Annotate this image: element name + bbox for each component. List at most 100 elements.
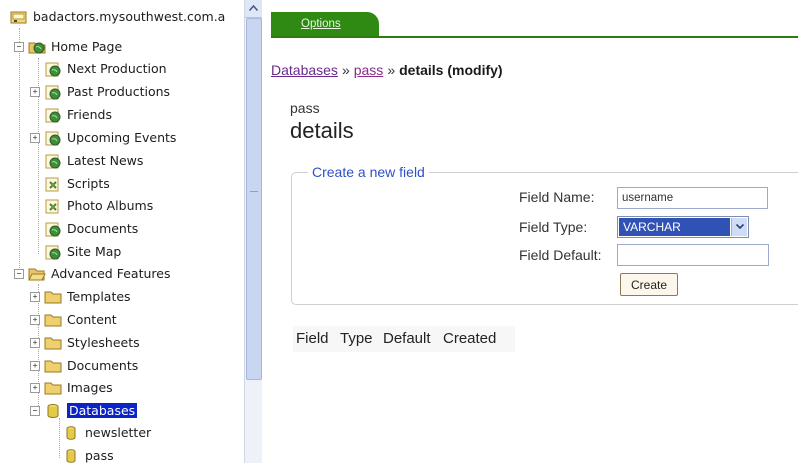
field-name-label: Field Name: [519,189,595,205]
tree-item-label: Documents [67,358,139,373]
tree-item-site-map[interactable]: Site Map [44,241,121,262]
tree-item-next-production[interactable]: Next Production [44,58,167,79]
collapse-icon[interactable]: − [14,42,24,52]
tab-options[interactable]: Options [271,12,379,36]
tree-item-label: Site Map [67,244,122,259]
tree-item-friends[interactable]: Friends [44,104,112,125]
tree-item-label: Photo Albums [67,198,154,213]
expand-icon[interactable]: + [30,133,40,143]
breadcrumb-separator: » [341,62,350,78]
scroll-up-button[interactable] [245,0,262,18]
globe-folder-icon [28,39,46,55]
tree-item-label: Documents [67,221,139,236]
folder-icon [44,289,62,305]
expand-icon[interactable]: + [30,361,40,371]
site-tree-pane: badactors.mysouthwest.com.a − Home Page … [0,0,245,463]
tree-item-label: Scripts [67,176,110,191]
server-icon [10,9,28,25]
expand-icon[interactable]: + [30,383,40,393]
tree-item-photo-albums[interactable]: Photo Albums [44,195,153,216]
tree-item-label: Upcoming Events [67,130,177,145]
table-name: pass [290,100,320,116]
chevron-down-icon [736,224,744,229]
tree-item-label: Databases [67,403,138,418]
page-title: details [290,118,354,143]
field-type-selected-value: VARCHAR [619,218,730,236]
tab-bar: Options [271,0,798,38]
breadcrumb: Databases» pass» details (modify) [271,62,503,78]
tree-item-scripts[interactable]: Scripts [44,173,110,194]
tree-item-past-productions[interactable]: + Past Productions [30,81,170,102]
tree-item-documents[interactable]: Documents [44,218,138,239]
collapse-icon[interactable]: − [30,406,40,416]
tree-item-templates[interactable]: + Templates [30,286,131,307]
expand-icon[interactable]: + [30,87,40,97]
globe-page-icon [44,244,62,260]
tree-item-label: Advanced Features [51,266,171,281]
column-header-created: Created [443,330,497,347]
column-header-type: Type [340,330,373,347]
tree-item-label: Templates [67,289,131,304]
tree-item-label: Home Page [51,39,123,54]
create-field-legend: Create a new field [308,164,429,180]
module-page-icon [44,198,62,214]
tree-item-label: Images [67,380,113,395]
breadcrumb-separator: » [387,62,396,78]
tree-item-label: Stylesheets [67,335,140,350]
tree-item-label: Content [67,312,117,327]
tree-root[interactable]: badactors.mysouthwest.com.a [10,6,225,27]
tree-item-latest-news[interactable]: Latest News [44,150,143,171]
expand-icon[interactable]: + [30,315,40,325]
tree-item-databases[interactable]: − Databases [30,400,138,421]
globe-page-icon [44,61,62,77]
tree-item-upcoming-events[interactable]: + Upcoming Events [30,127,176,148]
create-button[interactable]: Create [620,273,678,296]
tree-item-label: Latest News [67,153,144,168]
tree-item-newsletter[interactable]: newsletter [62,422,151,443]
tree-item-label: Past Productions [67,84,171,99]
globe-page-icon [44,84,62,100]
field-type-select[interactable]: VARCHAR [617,216,749,238]
tree-root-label: badactors.mysouthwest.com.a [33,9,226,24]
expand-icon[interactable]: + [30,338,40,348]
folder-icon [44,358,62,374]
column-header-field: Field [296,330,329,347]
folder-icon [44,380,62,396]
collapse-icon[interactable]: − [14,269,24,279]
scroll-thumb[interactable] [246,18,262,380]
field-default-input[interactable] [617,244,769,266]
globe-page-icon [44,153,62,169]
scroll-grip [250,191,258,193]
column-header-default: Default [383,330,431,347]
tree-scrollbar[interactable] [244,0,262,463]
tree-item-pass[interactable]: pass [62,445,114,463]
tree-item-advanced-features[interactable]: − Advanced Features [14,263,170,284]
tree-item-stylesheets[interactable]: + Stylesheets [30,332,140,353]
tree-item-content[interactable]: + Content [30,309,117,330]
field-type-label: Field Type: [519,219,588,235]
field-default-label: Field Default: [519,247,602,263]
folder-icon [44,335,62,351]
globe-page-icon [44,130,62,146]
tree-connector [19,28,20,274]
globe-page-icon [44,221,62,237]
tree-item-label: Next Production [67,61,167,76]
database-table-icon [62,448,80,463]
tree-item-documents-folder[interactable]: + Documents [30,355,138,376]
folder-icon [44,312,62,328]
module-page-icon [44,176,62,192]
expand-icon[interactable]: + [30,292,40,302]
breadcrumb-pass-link[interactable]: pass [354,62,384,78]
chevron-up-icon [249,5,258,11]
field-type-dropdown-button[interactable] [731,218,747,236]
tree-item-label: pass [85,448,114,463]
tab-options-label: Options [301,18,341,30]
tree-item-images[interactable]: + Images [30,377,113,398]
tree-item-label: newsletter [85,425,152,440]
database-icon [44,403,62,419]
breadcrumb-databases-link[interactable]: Databases [271,62,338,78]
field-name-input[interactable] [617,187,768,209]
globe-page-icon [44,107,62,123]
tree-item-home-page[interactable]: − Home Page [14,36,122,57]
tree-connector [59,418,60,458]
